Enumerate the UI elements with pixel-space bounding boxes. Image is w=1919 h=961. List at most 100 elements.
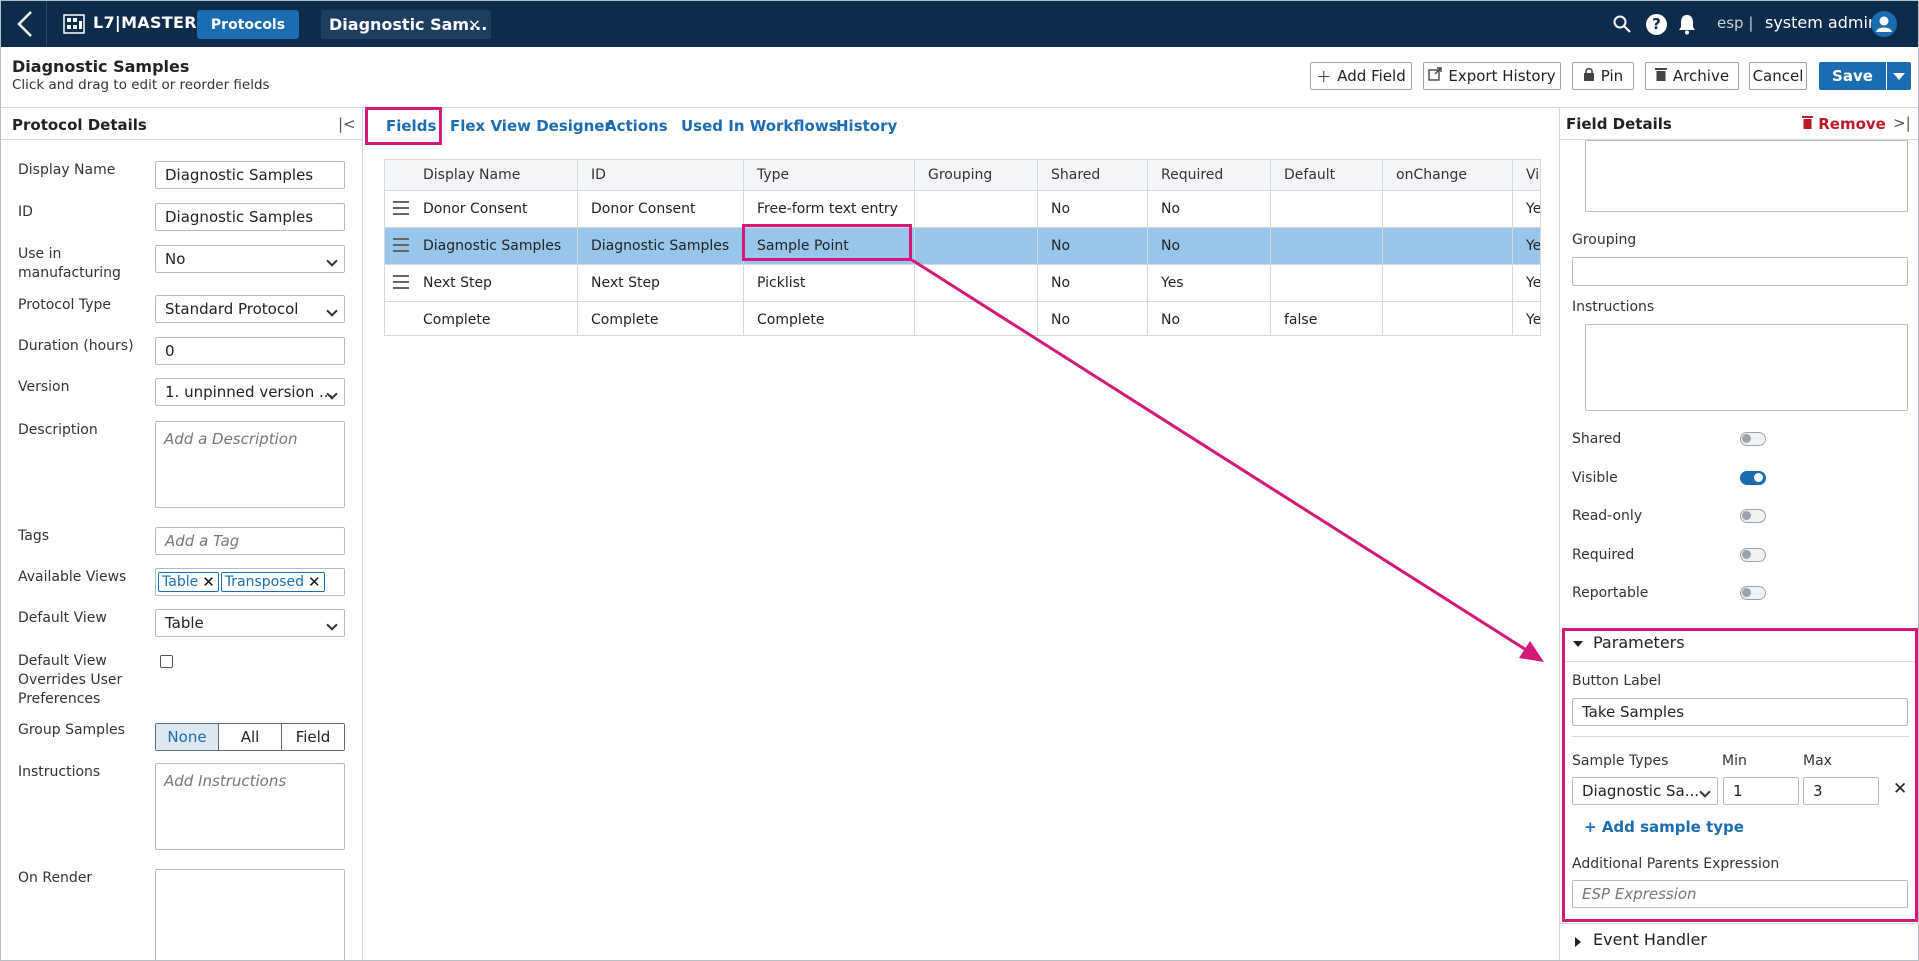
export-history-label: Export History: [1448, 67, 1556, 85]
shared-label: Shared: [1572, 431, 1622, 447]
collapse-left-icon[interactable]: |<: [338, 115, 356, 133]
archive-button[interactable]: Archive: [1645, 62, 1739, 90]
expand-event-handler-icon[interactable]: [1575, 937, 1581, 947]
avatar[interactable]: [1871, 11, 1897, 37]
display-name-input[interactable]: Diagnostic Samples: [155, 161, 345, 189]
min-input[interactable]: 1: [1723, 777, 1799, 805]
save-options-caret-icon[interactable]: [1887, 62, 1911, 90]
delete-sample-type-icon[interactable]: ✕: [1893, 779, 1907, 799]
tab-history[interactable]: History: [836, 117, 897, 135]
column-header-type[interactable]: Type: [757, 160, 789, 190]
column-header-display-name[interactable]: Display Name: [423, 160, 520, 190]
user-name[interactable]: system admin: [1765, 13, 1878, 32]
protocol-type-select[interactable]: Standard Protocol: [155, 295, 345, 323]
tab-flex-view-designer[interactable]: Flex View Designer: [450, 117, 612, 135]
additional-parents-input[interactable]: ESP Expression: [1572, 880, 1908, 908]
display-name-label: Display Name: [18, 162, 116, 178]
trash-icon: [1654, 67, 1667, 85]
cell-visible: Ye: [1526, 275, 1541, 291]
cancel-button[interactable]: Cancel: [1749, 62, 1807, 90]
tab-actions[interactable]: Actions: [605, 117, 668, 135]
visible-toggle[interactable]: [1740, 471, 1766, 485]
column-header-grouping[interactable]: Grouping: [928, 160, 992, 190]
table-row[interactable]: Donor Consent Donor Consent Free-form te…: [385, 190, 1540, 227]
cell-required: No: [1161, 201, 1181, 217]
shared-toggle[interactable]: [1740, 432, 1766, 446]
close-tab-icon[interactable]: ×: [468, 15, 481, 34]
lab-grid-icon: [63, 14, 85, 34]
search-icon[interactable]: [1613, 15, 1631, 33]
group-samples-none-button[interactable]: None: [156, 724, 219, 750]
add-field-button[interactable]: ＋ Add Field: [1310, 62, 1412, 90]
table-row-selected[interactable]: Diagnostic Samples Diagnostic Samples Sa…: [385, 227, 1540, 264]
readonly-toggle[interactable]: [1740, 509, 1766, 523]
table-row[interactable]: Complete Complete Complete No No false Y…: [385, 301, 1540, 335]
remove-chip-icon[interactable]: ✕: [308, 573, 321, 591]
group-samples-all-button[interactable]: All: [219, 724, 282, 750]
field-instructions-textarea[interactable]: [1585, 324, 1908, 411]
sample-type-select[interactable]: Diagnostic Sa...: [1572, 777, 1718, 805]
remove-label: Remove: [1818, 115, 1886, 133]
field-textarea-top[interactable]: [1585, 140, 1908, 212]
available-views-input[interactable]: Table ✕ Transposed ✕: [155, 568, 345, 596]
cell-shared: No: [1051, 238, 1071, 254]
button-label-input[interactable]: Take Samples: [1572, 698, 1908, 726]
column-divider: [914, 160, 915, 335]
collapse-right-icon[interactable]: >|: [1893, 114, 1911, 132]
add-sample-type-button[interactable]: + Add sample type: [1584, 818, 1744, 836]
left-panel-divider: [1, 139, 363, 140]
reportable-toggle[interactable]: [1740, 586, 1766, 600]
column-header-visible[interactable]: Vi: [1526, 160, 1539, 190]
column-header-onchange[interactable]: onChange: [1396, 160, 1467, 190]
export-history-button[interactable]: Export History: [1423, 62, 1561, 90]
column-header-id[interactable]: ID: [591, 160, 606, 190]
parameters-title[interactable]: Parameters: [1593, 633, 1685, 652]
duration-input[interactable]: 0: [155, 337, 345, 365]
table-row[interactable]: Next Step Next Step Picklist No Yes Ye: [385, 264, 1541, 301]
on-render-textarea[interactable]: [155, 869, 345, 960]
drag-handle-icon[interactable]: [393, 238, 409, 252]
open-tab-diagnostic-samples[interactable]: Diagnostic Sam... ×: [321, 10, 491, 39]
remove-button[interactable]: Remove: [1802, 115, 1886, 133]
drag-handle-icon[interactable]: [393, 201, 409, 215]
instructions-textarea[interactable]: Add Instructions: [155, 763, 345, 850]
save-button[interactable]: Save: [1819, 62, 1886, 90]
column-header-required[interactable]: Required: [1161, 160, 1223, 190]
grouping-input[interactable]: [1572, 257, 1908, 286]
version-select[interactable]: 1. unpinned version ...: [155, 378, 345, 406]
expand-parameters-icon[interactable]: [1573, 641, 1583, 647]
tab-used-in-workflows[interactable]: Used In Workflows: [681, 117, 838, 135]
use-in-manufacturing-select[interactable]: No: [155, 245, 345, 273]
page-subtitle: Click and drag to edit or reorder fields: [12, 77, 270, 93]
column-header-default[interactable]: Default: [1284, 160, 1335, 190]
nav-protocols-button[interactable]: Protocols: [197, 10, 299, 39]
trash-icon: [1802, 115, 1813, 133]
plus-icon: ＋: [1316, 67, 1332, 86]
cell-display-name: Diagnostic Samples: [423, 238, 562, 254]
column-header-shared[interactable]: Shared: [1051, 160, 1100, 190]
export-icon: [1428, 67, 1443, 85]
org-label: esp |: [1717, 14, 1754, 32]
tags-label: Tags: [18, 528, 49, 544]
help-icon[interactable]: ?: [1646, 14, 1667, 35]
required-toggle[interactable]: [1740, 548, 1766, 562]
tags-input[interactable]: Add a Tag: [155, 527, 345, 555]
default-view-select[interactable]: Table: [155, 609, 345, 637]
description-textarea[interactable]: Add a Description: [155, 421, 345, 508]
remove-chip-icon[interactable]: ✕: [202, 573, 215, 591]
drag-handle-icon[interactable]: [393, 275, 409, 289]
id-input[interactable]: Diagnostic Samples: [155, 203, 345, 231]
reportable-label: Reportable: [1572, 585, 1649, 601]
cell-shared: No: [1051, 312, 1071, 328]
view-chip-transposed: Transposed ✕: [220, 572, 325, 592]
bell-icon[interactable]: [1677, 13, 1697, 35]
group-samples-field-button[interactable]: Field: [282, 724, 344, 750]
max-input[interactable]: 3: [1803, 777, 1879, 805]
version-label: Version: [18, 379, 70, 395]
visible-label: Visible: [1572, 470, 1618, 486]
back-arrow-icon[interactable]: [13, 10, 37, 38]
use-in-manufacturing-label: Use in manufacturing: [18, 246, 121, 281]
default-view-overrides-checkbox[interactable]: [160, 655, 173, 668]
event-handler-title[interactable]: Event Handler: [1593, 930, 1707, 949]
pin-button[interactable]: Pin: [1572, 62, 1634, 90]
